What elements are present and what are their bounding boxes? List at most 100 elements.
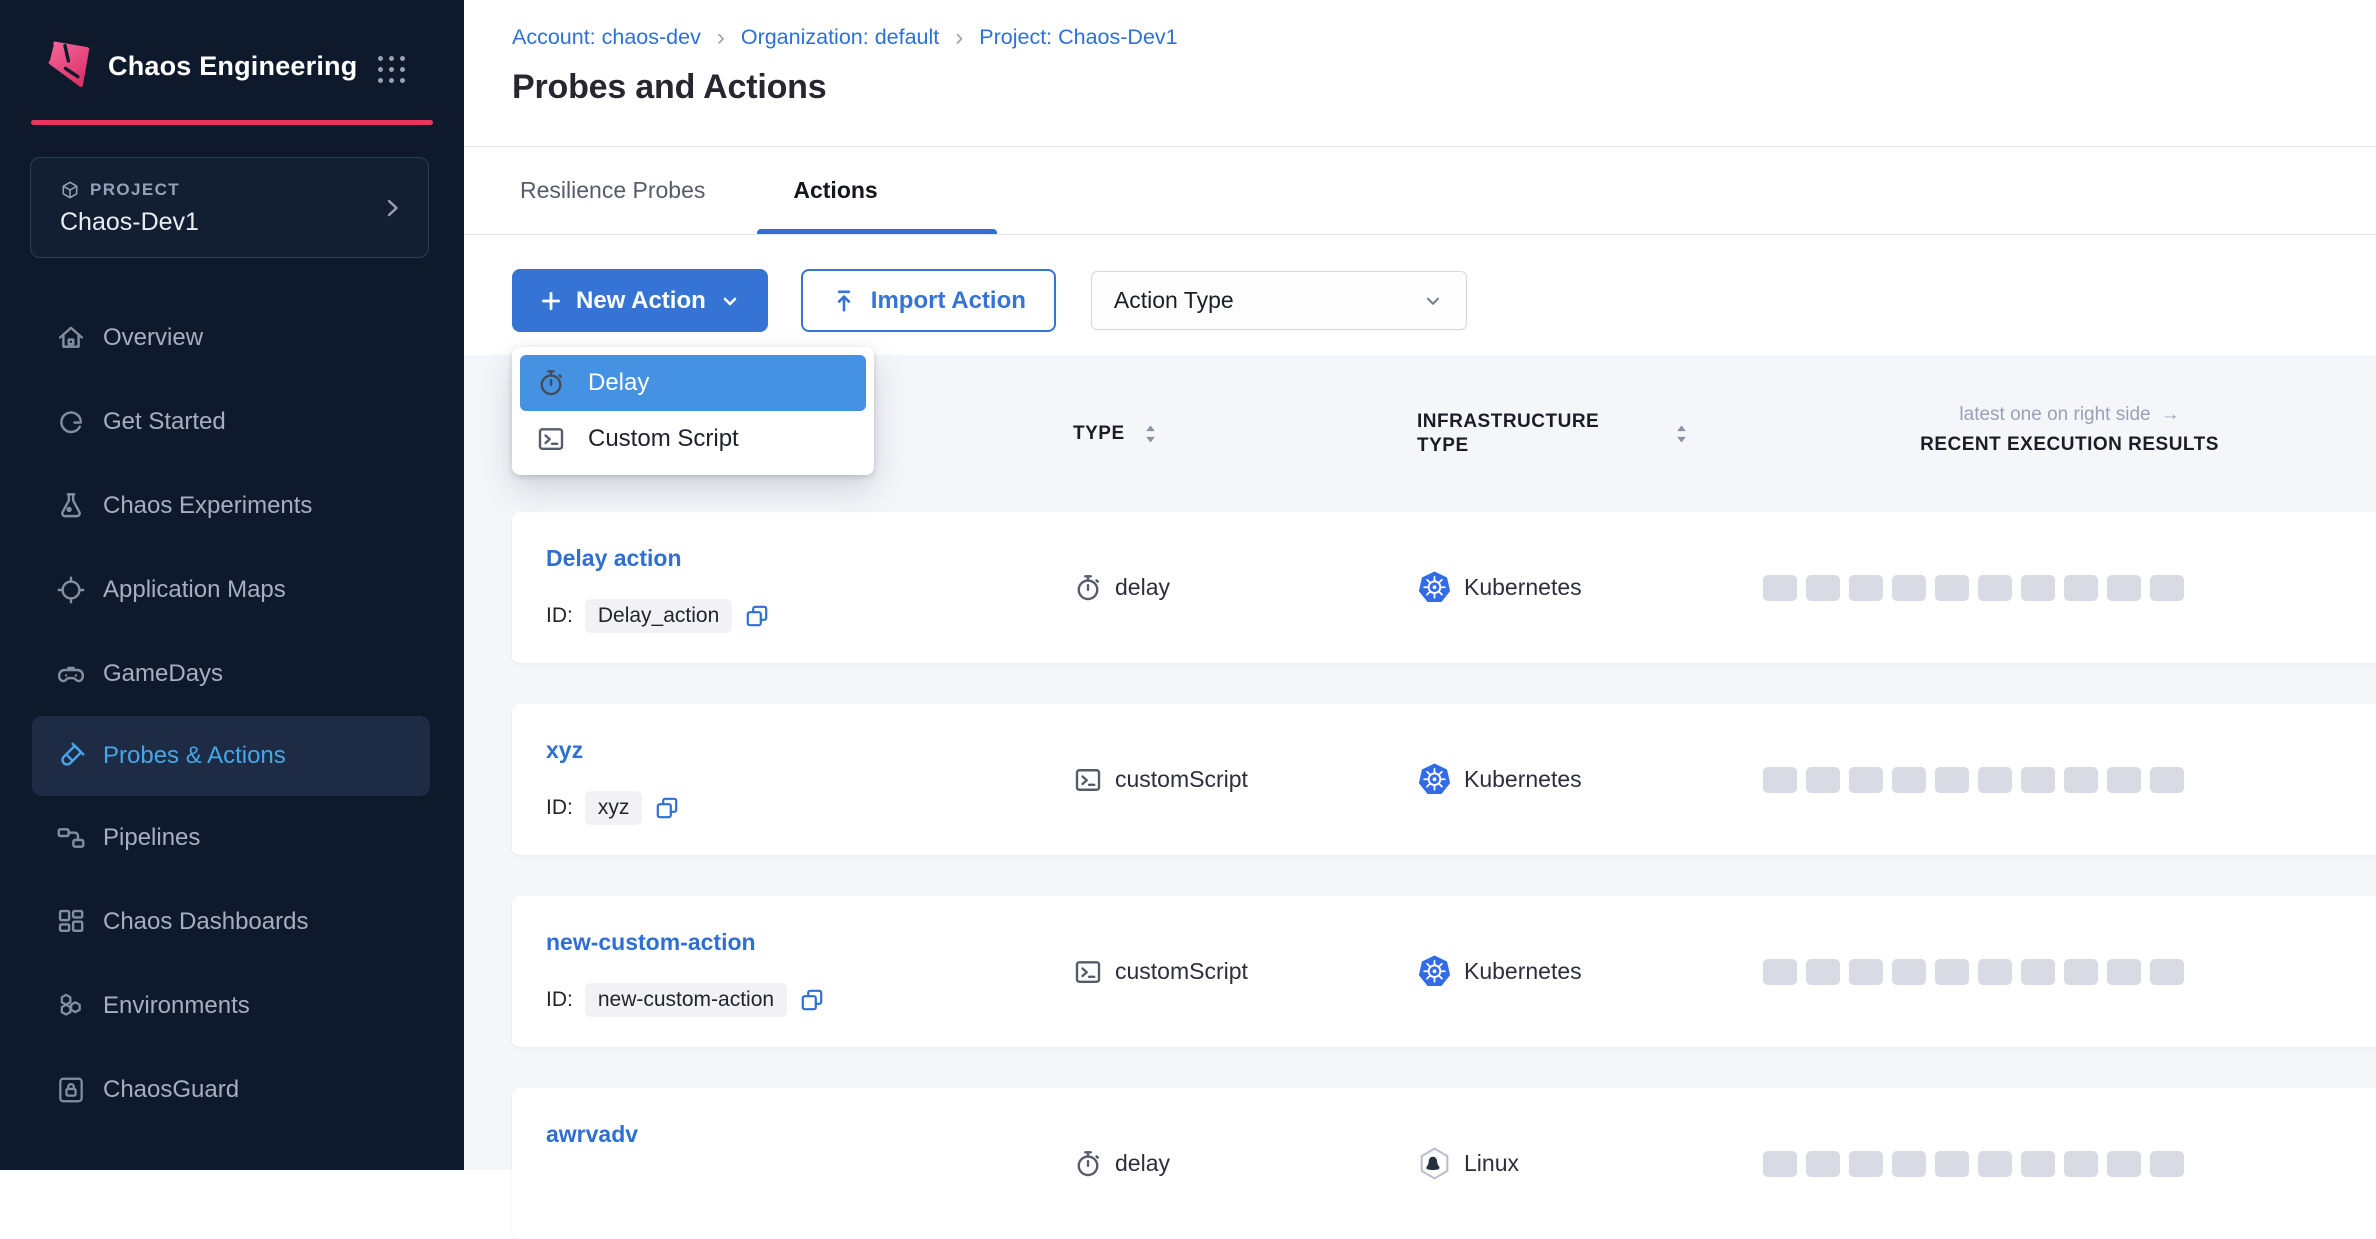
type-label: delay <box>1115 574 1170 601</box>
sidebar-item-label: ChaosGuard <box>103 1076 239 1104</box>
sidebar-item-get-started[interactable]: Get Started <box>0 380 464 464</box>
test-tube-icon <box>55 740 87 772</box>
table-row: new-custom-action ID: new-custom-action … <box>512 896 2376 1047</box>
project-name: Chaos-Dev1 <box>60 208 199 237</box>
sidebar-item-probes-actions[interactable]: Probes & Actions <box>32 716 430 796</box>
harness-chaos-logo-icon <box>36 38 92 94</box>
active-tab-underline <box>757 229 997 234</box>
breadcrumb-link-organization[interactable]: Organization: default <box>741 25 939 50</box>
project-selector[interactable]: PROJECT Chaos-Dev1 <box>30 157 429 258</box>
action-name-link[interactable]: Delay action <box>546 544 682 572</box>
menu-item-delay[interactable]: Delay <box>520 355 866 411</box>
terminal-icon <box>1073 957 1103 987</box>
result-placeholder <box>1935 767 1969 793</box>
result-placeholder <box>1892 575 1926 601</box>
sort-icon[interactable] <box>1143 423 1158 445</box>
breadcrumb-separator: › <box>955 27 963 48</box>
result-placeholder <box>1763 767 1797 793</box>
breadcrumb-link-account[interactable]: Account: chaos-dev <box>512 25 701 50</box>
menu-item-label: Custom Script <box>588 425 739 453</box>
sidebar-item-chaos-experiments[interactable]: Chaos Experiments <box>0 464 464 548</box>
result-placeholder <box>2064 575 2098 601</box>
action-name-link[interactable]: awrvadv <box>546 1120 638 1148</box>
copy-icon[interactable] <box>744 603 770 629</box>
sort-icon[interactable] <box>1674 423 1689 445</box>
infrastructure-label: Linux <box>1464 1150 1519 1177</box>
upload-icon <box>831 288 857 314</box>
stopwatch-icon <box>1073 573 1103 603</box>
infrastructure-label: Kubernetes <box>1464 958 1582 985</box>
stopwatch-icon <box>536 368 566 398</box>
sidebar-item-pipelines[interactable]: Pipelines <box>0 796 464 880</box>
action-id-row: ID: xyz <box>546 790 1073 826</box>
result-placeholder <box>1935 1151 1969 1177</box>
table-row: awrvadv delay Linux <box>512 1088 2376 1239</box>
type-cell: delay <box>1073 512 1417 663</box>
id-label: ID: <box>546 988 573 1012</box>
result-placeholder <box>2064 959 2098 985</box>
sidebar-item-label: Probes & Actions <box>103 742 286 770</box>
copy-icon[interactable] <box>654 795 680 821</box>
gamepad-icon <box>55 658 87 690</box>
action-type-select[interactable]: Action Type <box>1091 271 1467 330</box>
sidebar-item-label: Overview <box>103 324 203 352</box>
toolbar: New Action Import Action Action Type <box>464 235 2376 355</box>
new-action-button[interactable]: New Action <box>512 269 768 332</box>
result-placeholder <box>2064 767 2098 793</box>
topbar: Account: chaos-dev › Organization: default… <box>464 0 2376 147</box>
lock-icon <box>55 1074 87 1106</box>
action-name-link[interactable]: xyz <box>546 736 583 764</box>
table-row: xyz ID: xyz customScript Kubernetes <box>512 704 2376 855</box>
menu-item-custom-script[interactable]: Custom Script <box>520 411 866 467</box>
kubernetes-icon <box>1417 762 1452 797</box>
copy-icon <box>744 603 770 629</box>
module-grid-icon[interactable] <box>378 56 406 84</box>
linux-icon <box>1417 1146 1452 1181</box>
result-placeholder <box>1763 959 1797 985</box>
sidebar-item-chaos-dashboards[interactable]: Chaos Dashboards <box>0 880 464 964</box>
result-placeholder <box>1806 959 1840 985</box>
copy-icon[interactable] <box>799 987 825 1013</box>
id-label: ID: <box>546 796 573 820</box>
result-placeholder <box>1978 767 2012 793</box>
action-type-select-label: Action Type <box>1114 287 1234 314</box>
sidebar-item-chaosguard[interactable]: ChaosGuard <box>0 1048 464 1132</box>
terminal-icon <box>536 424 566 454</box>
action-id-value: new-custom-action <box>585 983 787 1017</box>
sidebar-item-label: Environments <box>103 992 250 1020</box>
result-placeholder <box>1978 959 2012 985</box>
recent-execution-results-cell <box>1763 896 2376 1047</box>
sidebar-item-gamedays[interactable]: GameDays <box>0 632 464 716</box>
result-placeholder <box>2150 959 2184 985</box>
actions-table: TYPE INFRASTRUCTURE TYPE latest one on r… <box>464 355 2376 1170</box>
sidebar-item-environments[interactable]: Environments <box>0 964 464 1048</box>
action-name-link[interactable]: new-custom-action <box>546 928 756 956</box>
chevron-right-icon <box>380 196 404 220</box>
column-header-type: TYPE <box>1073 423 1125 445</box>
result-placeholder <box>1935 575 1969 601</box>
arrow-right-icon: → <box>2161 404 2180 426</box>
infrastructure-label: Kubernetes <box>1464 574 1582 601</box>
sidebar-item-overview[interactable]: Overview <box>0 296 464 380</box>
result-placeholder <box>1892 767 1926 793</box>
type-label: customScript <box>1115 766 1248 793</box>
menu-item-label: Delay <box>588 369 649 397</box>
result-placeholder <box>2107 575 2141 601</box>
progress-icon <box>55 406 87 438</box>
page-title: Probes and Actions <box>512 68 826 107</box>
result-placeholder <box>2107 959 2141 985</box>
result-placeholder <box>2064 1151 2098 1177</box>
result-placeholder <box>2021 1151 2055 1177</box>
breadcrumb-link-project[interactable]: Project: Chaos-Dev1 <box>979 25 1177 50</box>
action-id-row: ID: Delay_action <box>546 598 1073 634</box>
import-action-button[interactable]: Import Action <box>801 269 1056 332</box>
action-id-value: Delay_action <box>585 599 732 633</box>
sidebar-item-application-maps[interactable]: Application Maps <box>0 548 464 632</box>
tab-actions[interactable]: Actions <box>793 177 877 204</box>
result-placeholder <box>2021 959 2055 985</box>
result-placeholder <box>2107 1151 2141 1177</box>
action-id-value: xyz <box>585 791 643 825</box>
column-header-recent-execution-results: RECENT EXECUTION RESULTS <box>1920 434 2219 456</box>
type-cell: customScript <box>1073 704 1417 855</box>
tab-resilience-probes[interactable]: Resilience Probes <box>520 177 705 204</box>
